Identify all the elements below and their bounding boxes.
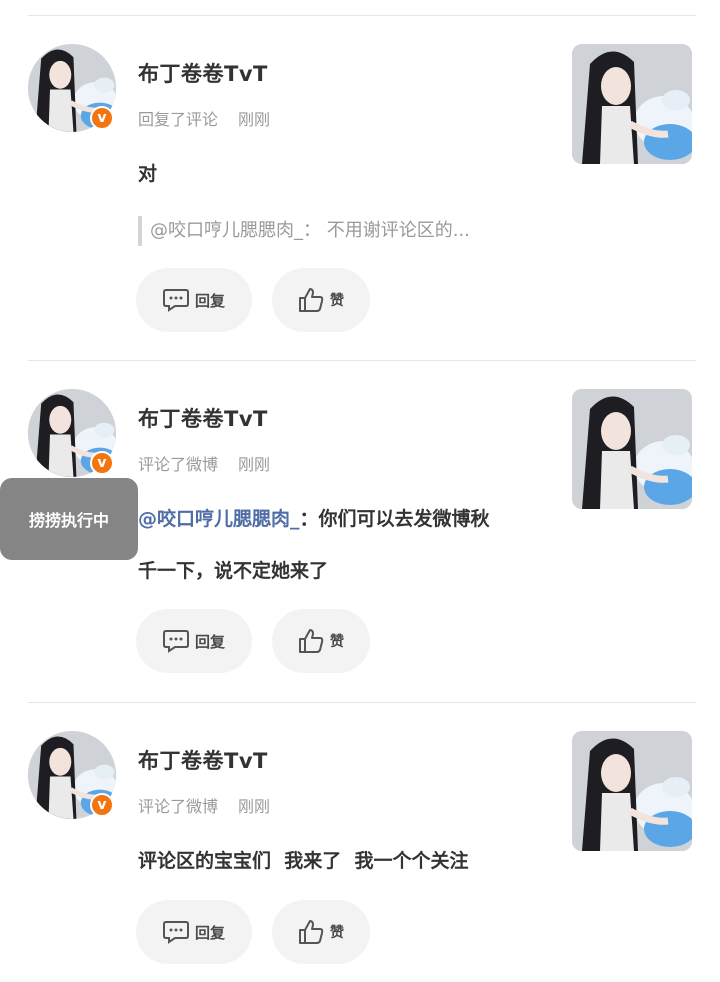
comment-bubble-icon bbox=[162, 921, 189, 944]
avatar[interactable]: v bbox=[28, 731, 116, 819]
user-name[interactable]: 布丁卷卷TvT bbox=[138, 403, 268, 433]
reply-button[interactable]: 回复 bbox=[136, 900, 252, 964]
reply-label: 回复 bbox=[194, 923, 225, 942]
comment-text-line2: 千一下，说不定她来了 bbox=[138, 560, 329, 582]
verified-v-icon: v bbox=[90, 793, 114, 817]
thumbs-up-icon bbox=[299, 629, 324, 653]
timestamp: 刚刚 bbox=[238, 797, 271, 816]
comment-meta: 评论了微博 刚刚 bbox=[138, 793, 270, 817]
thumbs-up-icon bbox=[299, 288, 324, 312]
like-label: 赞 bbox=[330, 925, 344, 941]
reply-label: 回复 bbox=[194, 291, 225, 310]
comment-divider bbox=[28, 360, 696, 361]
action-label: 评论了微博 bbox=[138, 797, 219, 816]
like-label: 赞 bbox=[330, 634, 344, 650]
comment-divider bbox=[28, 702, 696, 703]
comment-text: 评论区的宝宝们 我来了 我一个个关注 bbox=[138, 850, 469, 872]
comment-text-line1: ：你们可以去发微博秋 bbox=[299, 508, 490, 530]
top-divider bbox=[28, 15, 696, 16]
comment-meta: 回复了评论 刚刚 bbox=[138, 106, 270, 130]
comment-item: v 布丁卷卷TvT 回复了评论 刚刚 对 @咬口哼儿腮腮肉_： 不用谢评论区的..… bbox=[0, 44, 720, 344]
reply-button[interactable]: 回复 bbox=[136, 268, 252, 332]
timestamp: 刚刚 bbox=[238, 110, 271, 129]
thumbs-up-icon bbox=[299, 920, 324, 944]
post-thumbnail[interactable] bbox=[572, 44, 692, 164]
comment-text: 对 bbox=[138, 163, 158, 185]
comment-text: @咬口哼儿腮腮肉_：你们可以去发微博秋 千一下，说不定她来了 bbox=[138, 493, 558, 597]
avatar[interactable]: v bbox=[28, 389, 116, 477]
post-thumbnail[interactable] bbox=[572, 731, 692, 851]
like-button[interactable]: 赞 bbox=[272, 268, 370, 332]
verified-v-icon: v bbox=[90, 106, 114, 130]
verified-v-icon: v bbox=[90, 451, 114, 475]
reply-button[interactable]: 回复 bbox=[136, 609, 252, 673]
status-toast: 捞捞执行中 bbox=[0, 478, 138, 560]
action-label: 回复了评论 bbox=[138, 110, 219, 129]
comment-bubble-icon bbox=[162, 630, 189, 653]
comment-meta: 评论了微博 刚刚 bbox=[138, 451, 270, 475]
user-mention-link[interactable]: @咬口哼儿腮腮肉_ bbox=[138, 508, 300, 530]
comment-item: v 布丁卷卷TvT 评论了微博 刚刚 评论区的宝宝们 我来了 我一个个关注 回复 … bbox=[0, 731, 720, 981]
user-name[interactable]: 布丁卷卷TvT bbox=[138, 58, 268, 88]
reply-label: 回复 bbox=[194, 632, 225, 651]
user-name[interactable]: 布丁卷卷TvT bbox=[138, 745, 268, 775]
like-button[interactable]: 赞 bbox=[272, 900, 370, 964]
like-label: 赞 bbox=[330, 293, 344, 309]
timestamp: 刚刚 bbox=[238, 455, 271, 474]
action-label: 评论了微博 bbox=[138, 455, 219, 474]
like-button[interactable]: 赞 bbox=[272, 609, 370, 673]
comment-bubble-icon bbox=[162, 289, 189, 312]
avatar[interactable]: v bbox=[28, 44, 116, 132]
quoted-comment[interactable]: @咬口哼儿腮腮肉_： 不用谢评论区的... bbox=[138, 216, 558, 246]
post-thumbnail[interactable] bbox=[572, 389, 692, 509]
